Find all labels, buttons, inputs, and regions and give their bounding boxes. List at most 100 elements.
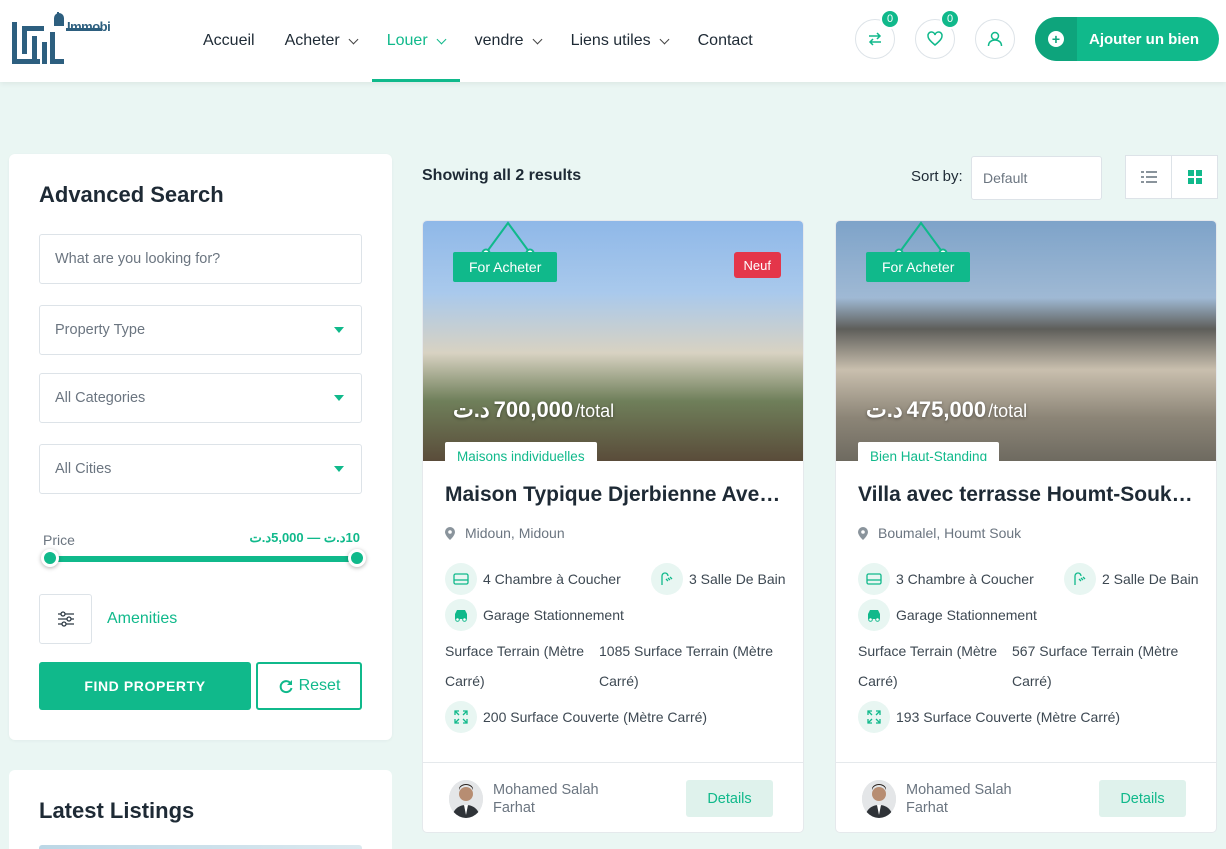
logo-text: Immobilier	[67, 20, 111, 34]
add-icon-wrap: +	[1035, 17, 1077, 61]
reset-button[interactable]: Reset	[256, 662, 362, 710]
agent-name[interactable]: Mohamed Salah Farhat	[906, 781, 1046, 817]
chevron-down-icon	[348, 34, 359, 44]
chevron-down-icon	[659, 34, 670, 44]
property-card[interactable]: For Acheter د.ت 475,000 /total Bien Haut…	[835, 220, 1217, 833]
heart-icon	[927, 31, 943, 46]
location-text: Boumalel, Houmt Souk	[878, 525, 1022, 541]
favorites-button[interactable]: 0	[915, 9, 960, 59]
listing-price: د.ت 700,000 /total	[453, 397, 614, 423]
favorites-count-badge: 0	[940, 9, 960, 29]
latest-listings-panel: Latest Listings	[9, 770, 392, 849]
site-logo[interactable]: Immobilier	[10, 12, 111, 68]
covered-surface-feature: 193 Surface Couverte (Mètre Carré)	[858, 701, 1120, 733]
nav-item-label: Acheter	[284, 32, 340, 49]
account-button[interactable]	[975, 19, 1015, 59]
site-header: Immobilier Accueil Acheter Louer vendre Lien…	[0, 0, 1226, 82]
details-button[interactable]: Details	[1099, 780, 1186, 817]
details-button[interactable]: Details	[686, 780, 773, 817]
covered-surface-text: 193 Surface Couverte (Mètre Carré)	[896, 709, 1121, 725]
nav-item-louer[interactable]: Louer	[371, 0, 460, 82]
new-badge: Neuf	[733, 252, 781, 278]
latest-listing-thumbnail[interactable]	[39, 845, 362, 849]
listing-status-tag: For Acheter	[453, 252, 558, 282]
nav-item-contact[interactable]: Contact	[683, 0, 768, 82]
chevron-down-icon	[532, 34, 543, 44]
garage-text: Garage Stationnement	[896, 607, 1037, 623]
caret-down-icon	[334, 395, 344, 401]
nav-item-vendre[interactable]: vendre	[460, 0, 556, 82]
price-amount: 700,000	[493, 397, 574, 422]
list-view-button[interactable]	[1125, 155, 1172, 199]
surface-value: 1085 Surface Terrain (Mètre Carré)	[599, 643, 774, 689]
garage-feature: Garage Stationnement	[445, 599, 624, 631]
expand-icon	[445, 701, 477, 733]
price-range-value: 10د.ت — 5,000د.ت	[249, 530, 360, 545]
price-slider-track[interactable]	[50, 556, 357, 562]
cities-value: All Cities	[55, 461, 112, 477]
listing-category-tag[interactable]: Bien Haut-Standing	[858, 442, 1000, 461]
sort-select[interactable]: Default	[971, 156, 1102, 200]
agent-name[interactable]: Mohamed Salah Farhat	[493, 781, 633, 817]
listing-title[interactable]: Maison Typique Djerbienne Avec Piscine	[445, 483, 785, 507]
card-footer: Mohamed Salah Farhat Details	[836, 762, 1216, 832]
listing-category-tag[interactable]: Maisons individuelles	[445, 442, 597, 461]
map-pin-icon	[445, 526, 455, 540]
property-image[interactable]: For Acheter د.ت 475,000 /total Bien Haut…	[836, 221, 1216, 461]
nav-item-label: Contact	[697, 32, 753, 49]
bathrooms-feature: 3 Salle De Bain	[651, 563, 786, 595]
nav-item-label: Louer	[386, 32, 428, 49]
bathrooms-feature: 2 Salle De Bain	[1064, 563, 1199, 595]
caret-down-icon	[334, 466, 344, 472]
list-icon	[1140, 171, 1157, 183]
add-property-button[interactable]: + Ajouter un bien	[1035, 17, 1219, 61]
find-property-button[interactable]: FIND PROPERTY	[39, 662, 251, 710]
categories-select[interactable]: All Categories	[39, 373, 362, 423]
sort-value: Default	[983, 170, 1028, 186]
agent-avatar[interactable]	[449, 780, 483, 818]
expand-icon	[858, 701, 890, 733]
location-text: Midoun, Midoun	[465, 525, 565, 541]
search-input[interactable]: What are you looking for?	[39, 234, 362, 284]
bedrooms-text: 3 Chambre à Coucher	[896, 571, 1034, 587]
price-period: /total	[575, 401, 615, 421]
results-summary: Showing all 2 results	[422, 167, 582, 184]
caret-down-icon	[334, 327, 344, 333]
garage-text: Garage Stationnement	[483, 607, 624, 623]
compare-button[interactable]: 0	[855, 9, 900, 59]
price-min-handle[interactable]	[41, 549, 59, 567]
agent-avatar[interactable]	[862, 780, 896, 818]
categories-value: All Categories	[55, 390, 146, 406]
bedrooms-text: 4 Chambre à Coucher	[483, 571, 621, 587]
search-placeholder: What are you looking for?	[55, 251, 221, 267]
plus-icon: +	[1048, 31, 1064, 47]
price-label: Price	[43, 532, 75, 548]
sort-label: Sort by:	[911, 168, 963, 185]
cities-select[interactable]: All Cities	[39, 444, 362, 494]
property-type-select[interactable]: Property Type	[39, 305, 362, 355]
bedrooms-feature: 3 Chambre à Coucher	[858, 563, 1034, 595]
property-image[interactable]: For Acheter Neuf د.ت 700,000 /total Mais…	[423, 221, 803, 461]
listing-title[interactable]: Villa avec terrasse Houmt-Souk Djerba	[858, 483, 1198, 507]
grid-view-button[interactable]	[1171, 155, 1218, 199]
nav-item-label: Accueil	[203, 32, 255, 49]
price-currency: د.ت	[866, 397, 903, 422]
nav-item-label: Liens utiles	[570, 32, 651, 49]
listing-price: د.ت 475,000 /total	[866, 397, 1027, 423]
nav-item-accueil[interactable]: Accueil	[188, 0, 270, 82]
nav-item-label: vendre	[474, 32, 524, 49]
reset-label: Reset	[298, 677, 341, 694]
nav-item-acheter[interactable]: Acheter	[270, 0, 372, 82]
property-card[interactable]: For Acheter Neuf د.ت 700,000 /total Mais…	[422, 220, 804, 833]
nav-item-liens-utiles[interactable]: Liens utiles	[556, 0, 683, 82]
amenities-label[interactable]: Amenities	[107, 610, 177, 628]
bed-icon	[858, 563, 890, 595]
card-footer: Mohamed Salah Farhat Details	[423, 762, 803, 832]
car-icon	[445, 599, 477, 631]
compare-icon	[868, 32, 882, 46]
price-max-handle[interactable]	[348, 549, 366, 567]
amenities-toggle-button[interactable]	[39, 594, 92, 644]
latest-listings-title: Latest Listings	[39, 798, 195, 823]
covered-surface-feature: 200 Surface Couverte (Mètre Carré)	[445, 701, 707, 733]
garage-feature: Garage Stationnement	[858, 599, 1037, 631]
